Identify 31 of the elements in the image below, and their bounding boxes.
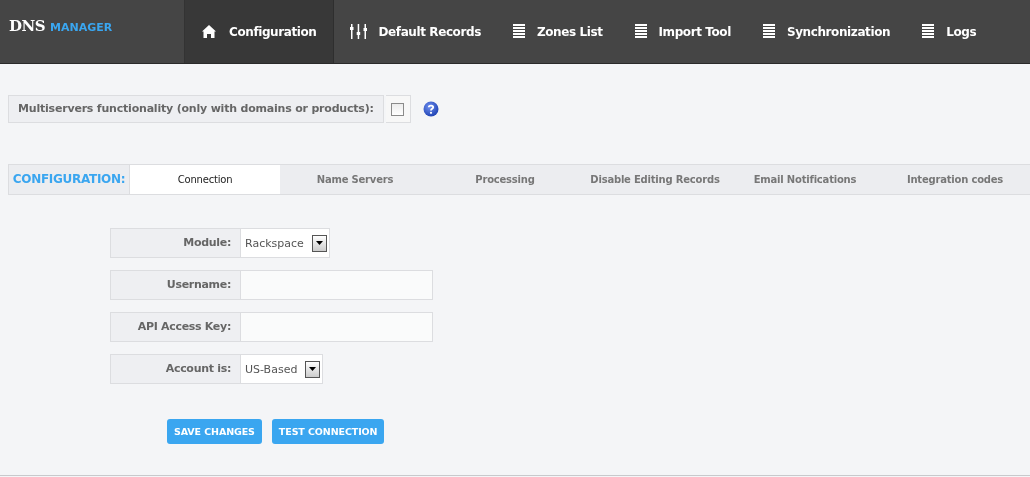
help-icon[interactable] xyxy=(422,101,439,117)
list-icon xyxy=(634,24,647,39)
setting-label: Multiservers functionality (only with domains or products): xyxy=(8,95,384,123)
logo-text: DNS xyxy=(9,17,46,35)
tab[interactable]: Connection xyxy=(130,165,280,194)
list-icon xyxy=(762,24,775,39)
home-icon xyxy=(201,24,217,39)
nav-item[interactable]: Default Records xyxy=(333,0,497,63)
sliders-icon xyxy=(349,24,367,39)
tab[interactable]: Processing xyxy=(430,165,580,194)
field-label: Account is: xyxy=(110,354,241,384)
input-field[interactable] xyxy=(241,312,433,342)
select-field[interactable]: US-Based xyxy=(241,354,324,384)
nav-item[interactable]: Import Tool xyxy=(618,0,747,63)
field-label: Username: xyxy=(110,270,241,300)
nav-item[interactable]: Zones List xyxy=(496,0,619,63)
select-field[interactable]: Rackspace xyxy=(241,228,330,258)
tab[interactable]: Email Notifications xyxy=(730,165,880,194)
checkbox[interactable] xyxy=(391,102,405,116)
nav-item[interactable]: Configuration xyxy=(185,0,334,63)
field-label: API Access Key: xyxy=(110,312,241,342)
tab[interactable]: Name Servers xyxy=(280,165,430,194)
nav-item[interactable]: Synchronization xyxy=(746,0,907,63)
nav-item[interactable]: Logs xyxy=(906,0,993,63)
tab[interactable]: Integration codes xyxy=(880,165,1030,194)
field-label: Module: xyxy=(110,228,241,258)
list-icon xyxy=(512,24,525,39)
logo-subtext: MANAGER xyxy=(50,21,113,34)
tab[interactable]: Disable Editing Records xyxy=(580,165,730,194)
list-icon xyxy=(922,24,935,39)
input-field[interactable] xyxy=(241,270,433,300)
